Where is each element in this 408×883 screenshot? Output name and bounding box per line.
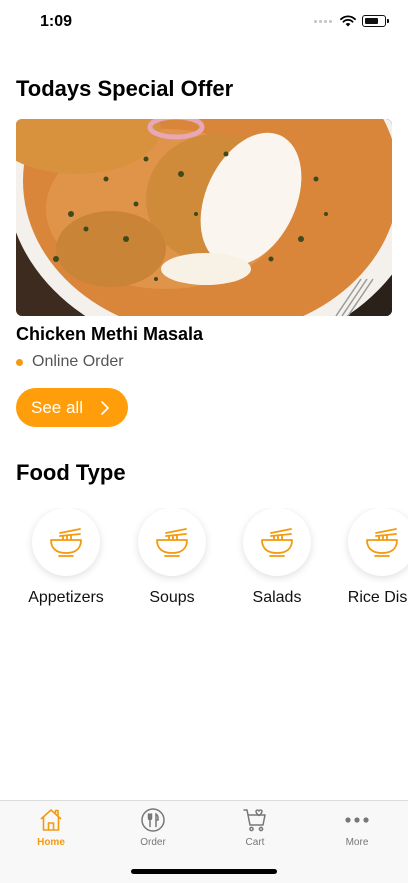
cart-icon xyxy=(243,809,266,832)
wifi-icon xyxy=(340,15,356,27)
tab-label: Cart xyxy=(245,837,265,848)
status-icons xyxy=(314,15,389,27)
home-indicator xyxy=(131,869,277,874)
chevron-right-icon xyxy=(101,400,109,415)
tab-label: Order xyxy=(140,837,166,848)
food-type-list: Appetizers Soups Salads Rice Dis xyxy=(0,508,408,608)
food-type-label: Appetizers xyxy=(28,589,104,606)
noodle-bowl-icon xyxy=(366,528,398,557)
signal-icon xyxy=(314,19,332,23)
order-type-row: Online Order xyxy=(16,353,124,371)
home-icon xyxy=(40,809,62,831)
food-type-title: Food Type xyxy=(16,460,126,485)
status-time: 1:09 xyxy=(40,13,73,30)
noodle-bowl-icon xyxy=(261,528,293,557)
offer-title: Todays Special Offer xyxy=(16,76,234,101)
tab-label: Home xyxy=(37,837,65,848)
food-type-circle xyxy=(243,508,311,576)
food-type-label: Soups xyxy=(149,589,195,606)
food-type-label: Salads xyxy=(252,589,302,606)
food-type-circle xyxy=(32,508,100,576)
noodle-bowl-icon xyxy=(156,528,188,557)
food-type-item-soups[interactable]: Soups xyxy=(127,508,217,607)
tab-more[interactable]: More xyxy=(306,807,408,848)
noodle-bowl-icon xyxy=(50,528,82,557)
plate-cutlery-icon xyxy=(141,808,165,832)
status-bar: 1:09 xyxy=(0,0,408,44)
food-type-item-appetizers[interactable]: Appetizers xyxy=(21,508,111,607)
tab-label: More xyxy=(345,837,369,848)
tab-cart[interactable]: Cart xyxy=(204,807,306,848)
see-all-label: See all xyxy=(31,397,83,417)
food-type-item-rice-dish[interactable]: Rice Dish xyxy=(337,508,408,607)
food-type-label: Rice Dish xyxy=(347,589,408,606)
food-type-item-salads[interactable]: Salads xyxy=(232,508,322,607)
offer-dish-image[interactable] xyxy=(16,119,392,316)
see-all-button[interactable]: See all xyxy=(16,388,128,427)
food-type-circle xyxy=(138,508,206,576)
tab-order[interactable]: Order xyxy=(102,807,204,848)
battery-icon xyxy=(362,15,389,27)
food-type-circle xyxy=(348,508,408,576)
more-dots-icon xyxy=(345,817,369,823)
tab-home[interactable]: Home xyxy=(0,807,102,848)
order-type-label: Online Order xyxy=(32,353,124,370)
order-status-dot xyxy=(16,358,23,366)
dish-name: Chicken Methi Masala xyxy=(16,324,204,344)
